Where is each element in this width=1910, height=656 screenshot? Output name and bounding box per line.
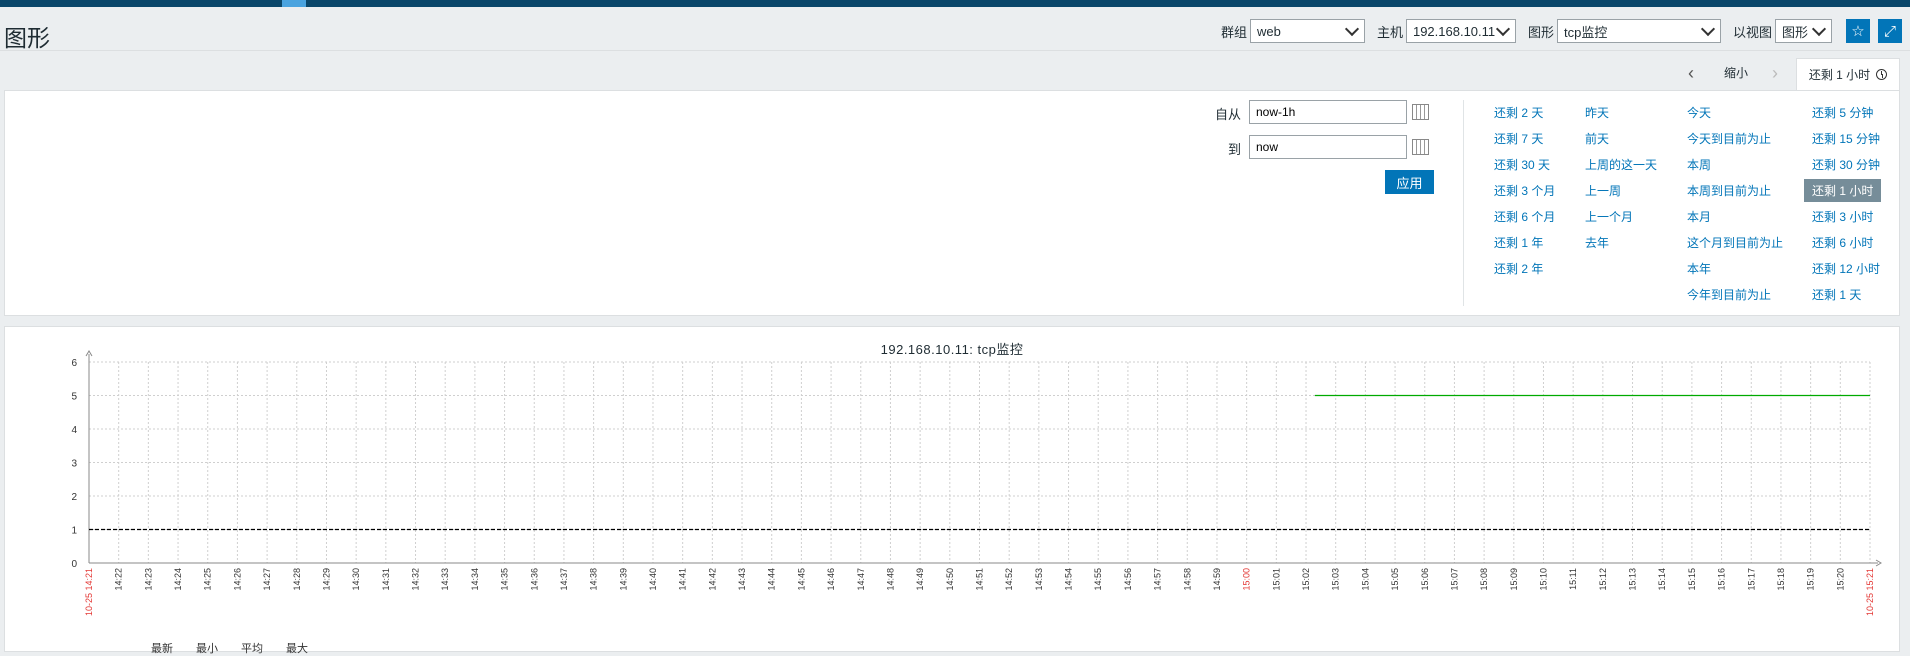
divider (1463, 100, 1464, 306)
quick-range-link[interactable]: 去年 (1585, 234, 1609, 251)
quick-range-link[interactable]: 还剩 30 分钟 (1812, 156, 1880, 173)
quick-range-link[interactable]: 本周到目前为止 (1687, 182, 1771, 199)
calendar-icon[interactable] (1412, 104, 1429, 120)
to-label: 到 (1228, 142, 1242, 157)
page-title: 图形 (4, 25, 50, 51)
time-period-label: 还剩 1 小时 (1808, 68, 1871, 82)
group-label: 群组 (1220, 24, 1247, 40)
page-header: 图形 群组 web 主机 192.168.10.11 图形 tcp监控 以视图 … (0, 7, 1910, 51)
view-select-value: 图形 (1782, 24, 1809, 40)
quick-range-link[interactable]: 上一周 (1585, 182, 1621, 199)
legend-header: 平均 (241, 643, 263, 655)
quick-range-link[interactable]: 还剩 3 小时 (1812, 208, 1873, 225)
quick-range-link[interactable]: 本周 (1687, 156, 1711, 173)
favourite-button[interactable]: ☆ (1846, 19, 1870, 43)
clock-icon (1876, 69, 1888, 80)
chevron-down-icon (1811, 21, 1827, 37)
chevron-right-icon: › (1772, 63, 1778, 83)
quick-range-link[interactable]: 本年 (1687, 260, 1711, 277)
next-period-button[interactable]: › (1772, 63, 1778, 84)
chevron-down-icon (1344, 21, 1360, 37)
apply-button[interactable]: 应用 (1385, 170, 1434, 194)
graph-select[interactable]: tcp监控 (1556, 19, 1721, 43)
quick-range-link[interactable]: 今天 (1687, 104, 1711, 121)
quick-range-link[interactable]: 还剩 15 分钟 (1812, 130, 1880, 147)
quick-range-link[interactable]: 还剩 5 分钟 (1812, 104, 1873, 121)
group-select-value: web (1256, 23, 1281, 39)
quick-range-link[interactable]: 前天 (1585, 130, 1609, 147)
time-period-tab[interactable]: 还剩 1 小时 (1796, 58, 1900, 90)
graph-title: 192.168.10.11: tcp监控 (880, 342, 1024, 357)
previous-period-button[interactable]: ‹ (1688, 63, 1694, 84)
quick-range-link[interactable]: 上周的这一天 (1585, 156, 1657, 173)
view-select[interactable]: 图形 (1775, 19, 1832, 43)
quick-range-selected[interactable]: 还剩 1 小时 (1804, 179, 1882, 202)
quick-range-link[interactable]: 还剩 2 天 (1494, 104, 1543, 121)
host-label: 主机 (1376, 24, 1403, 40)
graph-filters: 群组 web 主机 192.168.10.11 图形 tcp监控 以视图 图形 … (1209, 17, 1910, 45)
graph-panel: 192.168.10.11: tcp监控 (4, 326, 1900, 652)
legend-header: 最新 (151, 643, 173, 655)
chevron-down-icon (1700, 21, 1716, 37)
view-label: 以视图 (1732, 24, 1772, 40)
to-input[interactable] (1249, 135, 1407, 159)
legend-header: 最小 (196, 643, 218, 655)
graph-label: 图形 (1527, 24, 1554, 40)
quick-range-link[interactable]: 昨天 (1585, 104, 1609, 121)
calendar-icon[interactable] (1412, 139, 1429, 155)
quick-range-link[interactable]: 上一个月 (1585, 208, 1633, 225)
star-icon: ☆ (1851, 23, 1865, 40)
quick-range-link[interactable]: 本月 (1687, 208, 1711, 225)
chevron-left-icon: ‹ (1688, 63, 1694, 83)
active-menu-indicator (282, 0, 306, 7)
quick-range-link[interactable]: 还剩 6 小时 (1812, 234, 1873, 251)
quick-range-link[interactable]: 还剩 6 个月 (1494, 208, 1555, 225)
quick-range-link[interactable]: 今天到目前为止 (1687, 130, 1771, 147)
from-input[interactable] (1249, 100, 1407, 124)
group-select[interactable]: web (1249, 19, 1365, 43)
quick-range-link[interactable]: 还剩 30 天 (1494, 156, 1550, 173)
quick-range-link[interactable]: 还剩 7 天 (1494, 130, 1543, 147)
host-select-value: 192.168.10.11 (1412, 23, 1496, 39)
quick-range-link[interactable]: 今年到目前为止 (1687, 286, 1771, 303)
quick-range-link[interactable]: 还剩 12 小时 (1812, 260, 1880, 277)
quick-range-link[interactable]: 这个月到目前为止 (1687, 234, 1783, 251)
zoom-out-button[interactable]: 缩小 (1724, 64, 1748, 81)
fullscreen-button[interactable]: ⤢ (1878, 19, 1902, 43)
chevron-down-icon (1495, 21, 1511, 37)
quick-range-link[interactable]: 还剩 2 年 (1494, 260, 1543, 277)
quick-range-link[interactable]: 还剩 1 天 (1812, 286, 1861, 303)
expand-icon: ⤢ (1883, 22, 1896, 40)
graph-select-value: tcp监控 (1563, 24, 1608, 40)
time-filter-panel (4, 90, 1900, 316)
quick-range-link[interactable]: 还剩 3 个月 (1494, 182, 1555, 199)
quick-range-link[interactable]: 还剩 1 年 (1494, 234, 1543, 251)
from-label: 自从 (1215, 107, 1242, 122)
host-select[interactable]: 192.168.10.11 (1405, 19, 1516, 43)
legend-header: 最大 (286, 643, 308, 655)
